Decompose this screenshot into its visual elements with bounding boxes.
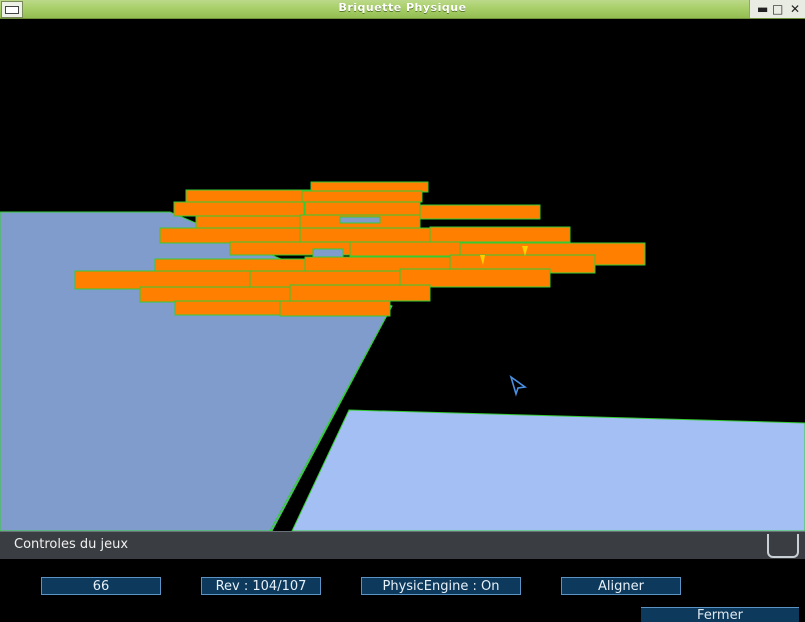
counter-display: 66 (41, 577, 161, 595)
maximize-icon[interactable]: □ (772, 1, 783, 17)
physic-engine-toggle[interactable]: PhysicEngine : On (361, 577, 521, 595)
scene (0, 181, 805, 531)
brick (195, 215, 307, 229)
brick (173, 201, 305, 217)
brick (349, 241, 461, 257)
cursor-arrow-icon (509, 375, 528, 397)
brick (304, 201, 421, 216)
brick (399, 268, 551, 288)
game-controls-header[interactable]: Controles du jeux (0, 531, 805, 559)
game-controls-title: Controles du jeux (14, 537, 129, 552)
minimize-icon[interactable]: ▬ (757, 1, 768, 17)
revision-display: Rev : 104/107 (201, 577, 321, 595)
brick (159, 227, 301, 244)
floor-right (291, 409, 805, 531)
game-controls-panel: 66 Rev : 104/107 PhysicEngine : On Align… (0, 559, 805, 622)
brick-gap (339, 216, 381, 224)
brick (289, 284, 431, 302)
brick (74, 270, 251, 290)
collapse-icon[interactable] (767, 534, 799, 558)
window-title: Briquette Physique (338, 1, 467, 14)
brick (139, 286, 291, 303)
close-button[interactable]: Fermer (641, 607, 799, 622)
brick (279, 300, 391, 317)
window-titlebar[interactable]: Briquette Physique ▬ □ ✕ (0, 0, 805, 19)
brick (299, 227, 431, 243)
3d-viewport[interactable] (0, 19, 805, 531)
brick (429, 226, 571, 243)
brick (174, 300, 286, 316)
brick (419, 204, 541, 220)
brick-gap (312, 248, 344, 258)
align-button[interactable]: Aligner (561, 577, 681, 595)
close-icon[interactable]: ✕ (790, 1, 800, 17)
brick (301, 190, 423, 203)
window-controls: ▬ □ ✕ (749, 0, 805, 18)
brick (185, 189, 312, 203)
